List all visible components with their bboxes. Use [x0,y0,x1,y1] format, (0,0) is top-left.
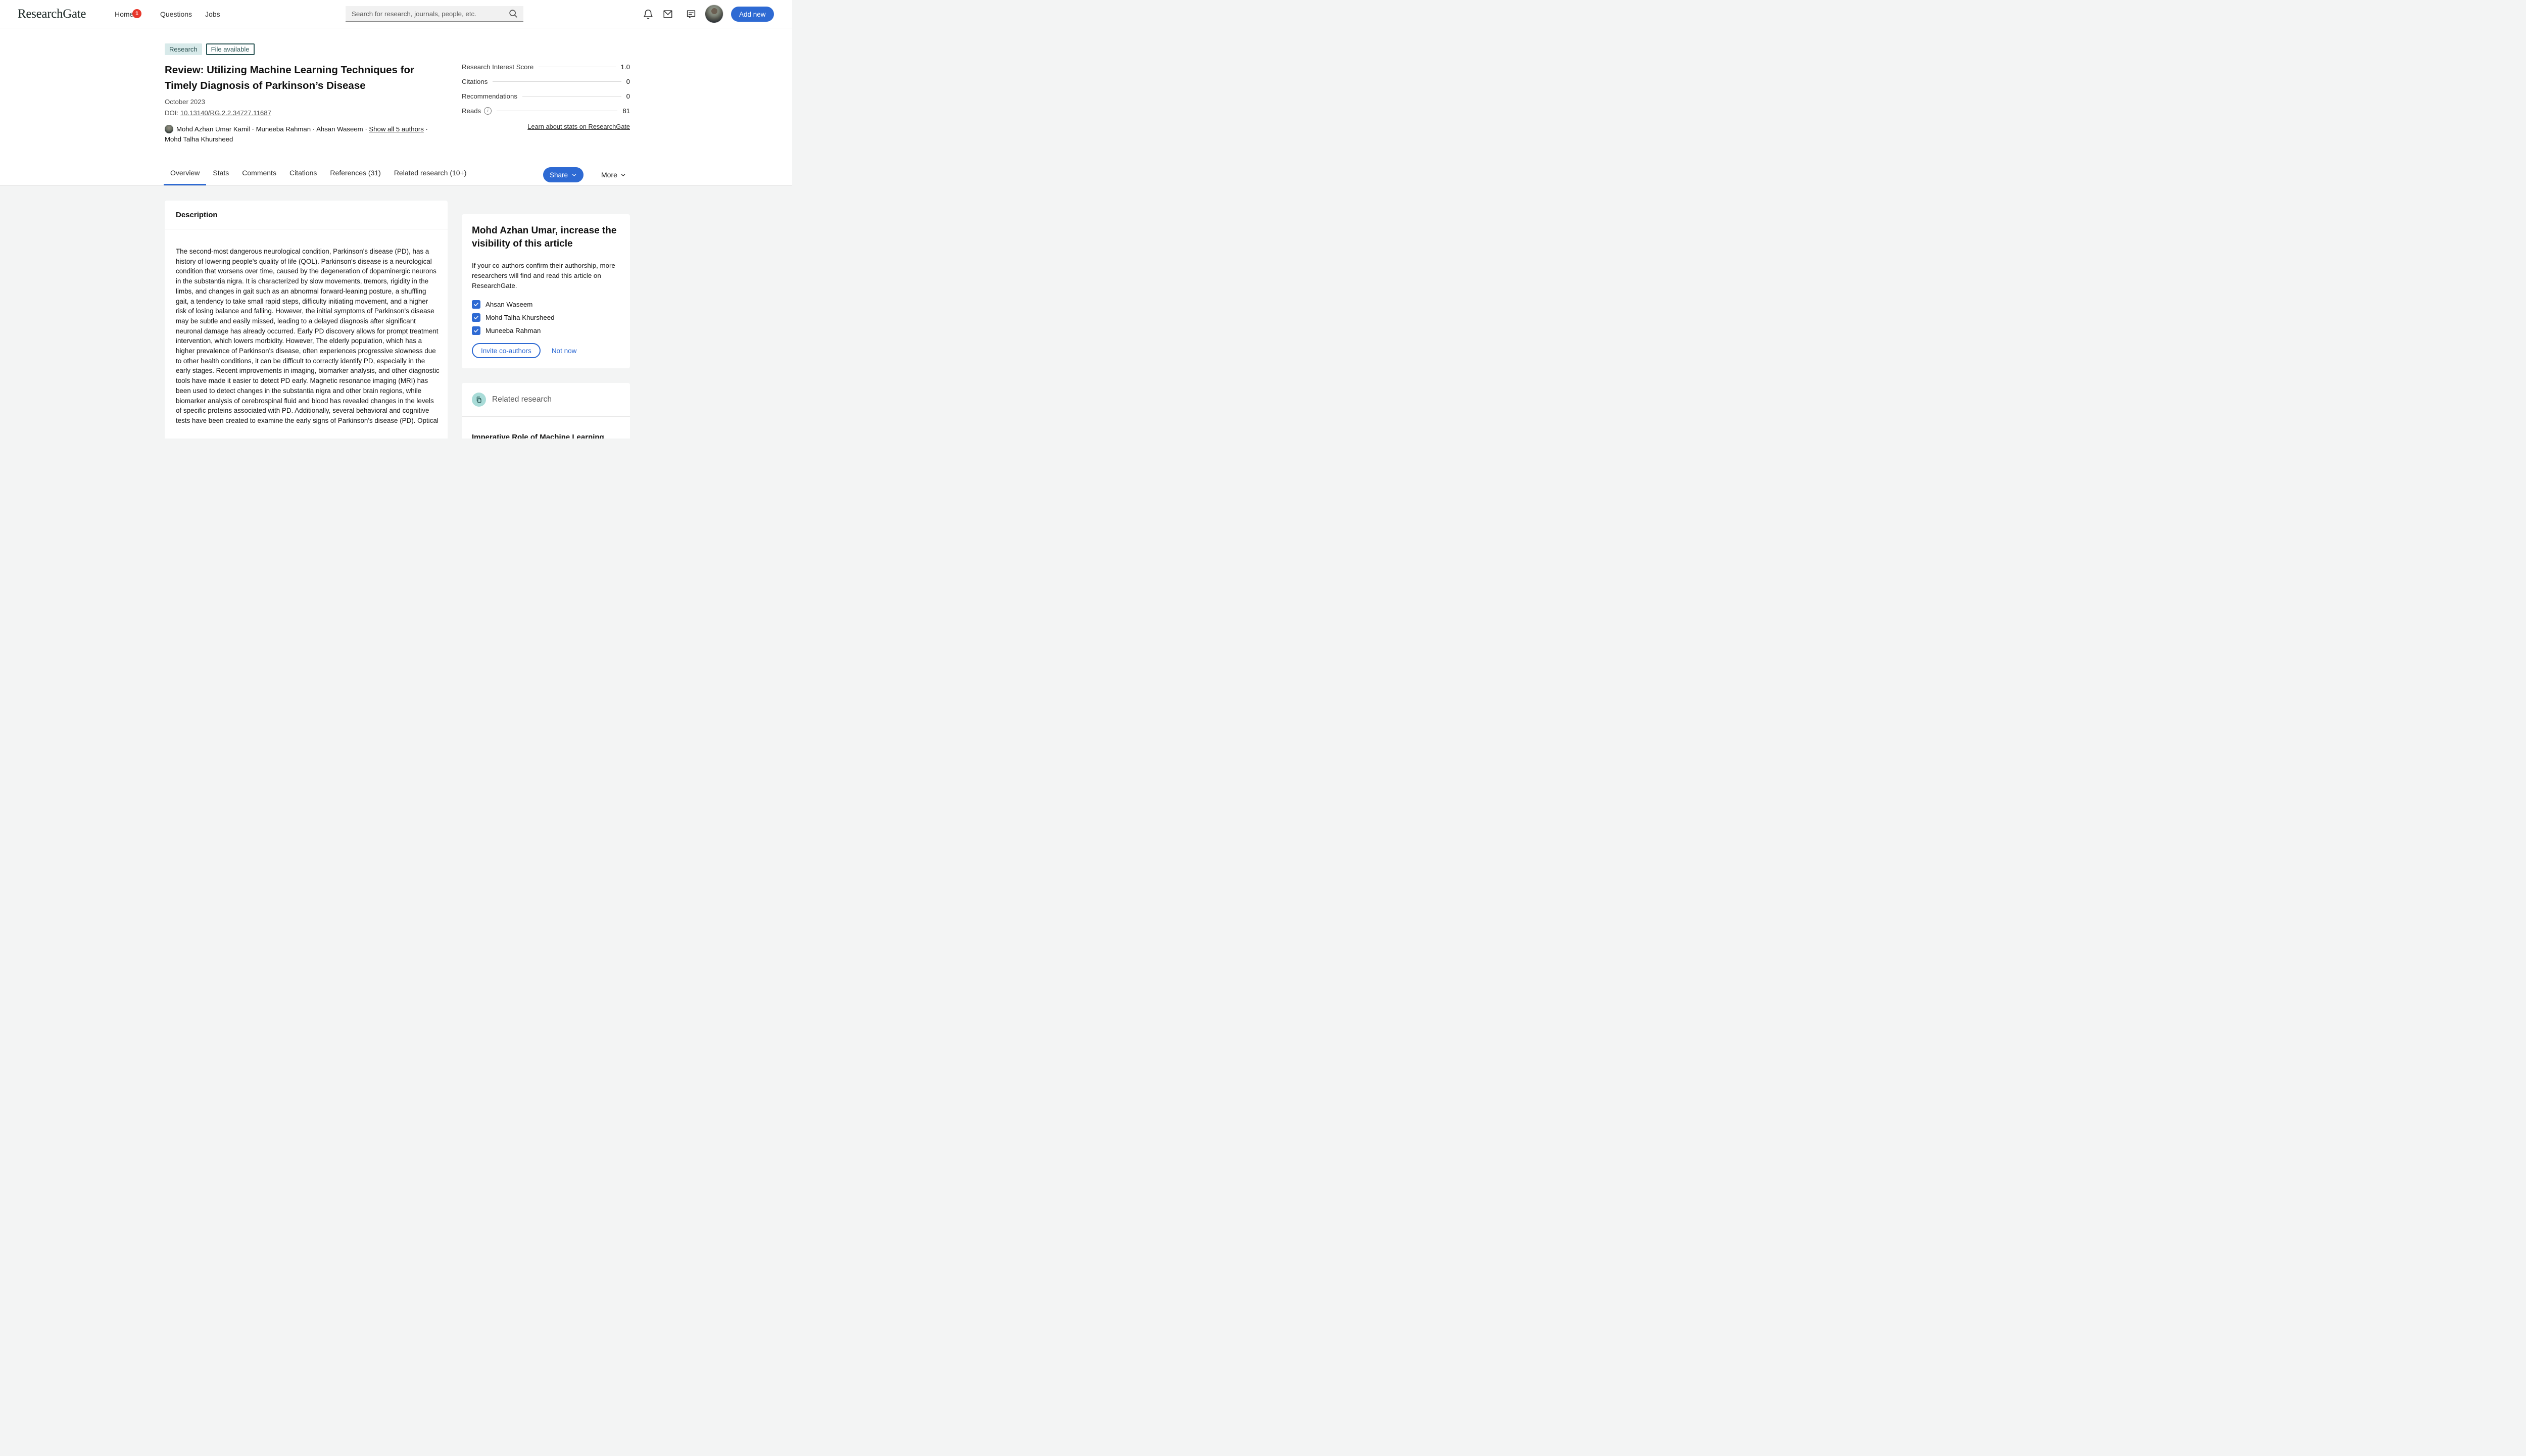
file-available-badge: File available [206,43,255,55]
researchgate-logo[interactable]: ResearchGate [18,7,86,22]
messages-mail-icon[interactable] [662,9,673,20]
tab-overview[interactable]: Overview [164,161,206,185]
coauthor-row: Mohd Talha Khursheed [472,313,620,322]
description-heading: Description [165,201,448,229]
user-avatar[interactable] [705,5,723,23]
related-research-header: Related research [462,383,630,417]
stat-value: 0 [626,92,630,100]
more-label: More [601,171,617,179]
stat-label: Reads i [462,107,492,115]
not-now-button[interactable]: Not now [552,347,577,355]
nav-item-home[interactable]: Home [115,10,133,19]
publication-date: October 2023 [165,98,205,106]
authors-text: Mohd Azhan Umar Kamil · Muneeba Rahman ·… [176,125,369,133]
chevron-down-icon [571,172,577,178]
invite-coauthors-button[interactable]: Invite co-authors [472,343,541,358]
coauthor-name: Ahsan Waseem [485,301,532,308]
reads-info-icon[interactable]: i [484,107,492,115]
search-icon[interactable] [508,8,519,19]
search-bar [346,6,523,22]
stat-value: 81 [622,107,630,115]
doi-link[interactable]: 10.13140/RG.2.2.34727.11687 [180,109,271,117]
stat-row-citations: Citations 0 [462,74,630,89]
visibility-card-title: Mohd Azhan Umar, increase the visibility… [472,224,620,251]
stat-label: Citations [462,78,488,85]
article-header: Research File available Review: Utilizin… [0,28,792,186]
share-button[interactable]: Share [543,167,584,182]
coauthor-row: Ahsan Waseem [472,300,620,309]
tab-citations[interactable]: Citations [283,161,323,185]
stat-value: 1.0 [621,63,630,71]
stat-label: Research Interest Score [462,63,533,71]
add-new-button[interactable]: Add new [731,7,774,22]
tab-references[interactable]: References (31) [323,161,387,185]
coauthor-checkbox-checked[interactable] [472,300,480,309]
tab-stats[interactable]: Stats [206,161,235,185]
tab-comments[interactable]: Comments [235,161,283,185]
learn-stats-link-row: Learn about stats on ResearchGate [462,123,630,130]
coauthor-checkbox-checked[interactable] [472,313,480,322]
researchgate-article-page: ResearchGate Home 1 Questions Jobs Add n… [0,0,792,439]
tab-related-research[interactable]: Related research (10+) [387,161,473,185]
chevron-down-icon [620,172,626,178]
visibility-card-text: If your co-authors confirm their authors… [472,261,620,290]
nav-item-questions[interactable]: Questions [160,10,192,19]
doi-line: DOI: 10.13140/RG.2.2.34727.11687 [165,109,271,117]
visibility-card: Mohd Azhan Umar, increase the visibility… [462,214,630,368]
coauthor-name: Muneeba Rahman [485,327,541,334]
research-type-badge: Research [165,43,202,55]
publication-badges: Research File available [165,43,255,55]
doi-label: DOI: [165,109,178,117]
more-menu[interactable]: More [601,167,626,182]
coauthor-name: Mohd Talha Khursheed [485,314,555,321]
stat-row-recommendations: Recommendations 0 [462,89,630,104]
nav-item-jobs[interactable]: Jobs [205,10,220,19]
stat-label: Recommendations [462,92,517,100]
description-text: The second-most dangerous neurological c… [165,229,448,436]
authors-separator: · [424,125,428,133]
home-notification-badge[interactable]: 1 [132,9,141,18]
article-tabs: Overview Stats Comments Citations Refere… [164,161,473,185]
requests-chat-icon[interactable] [686,9,697,20]
show-all-authors-link[interactable]: Show all 5 authors [369,125,424,133]
article-title: Review: Utilizing Machine Learning Techn… [165,62,438,93]
related-research-heading: Related research [492,395,552,404]
coauthor-checkbox-checked[interactable] [472,326,480,335]
learn-stats-link[interactable]: Learn about stats on ResearchGate [527,123,630,130]
authors-line: Mohd Azhan Umar Kamil · Muneeba Rahman ·… [165,124,448,144]
notifications-bell-icon[interactable] [643,9,654,20]
stat-row-research-interest: Research Interest Score 1.0 [462,60,630,74]
related-research-item-title[interactable]: Imperative Role of Machine Learning [462,417,630,439]
stat-label-text: Reads [462,107,481,115]
visibility-card-actions: Invite co-authors Not now [472,343,620,358]
top-nav: ResearchGate Home 1 Questions Jobs Add n… [0,0,792,28]
share-label: Share [550,171,568,179]
related-research-icon [472,393,486,407]
coauthor-row: Muneeba Rahman [472,326,620,335]
description-card: Description The second-most dangerous ne… [165,201,448,439]
stats-panel: Research Interest Score 1.0 Citations 0 … [462,60,630,130]
authors-line2: Mohd Talha Khursheed [165,135,233,143]
author-avatar[interactable] [165,125,173,133]
leader-line [493,81,621,82]
stat-row-reads: Reads i 81 [462,104,630,118]
search-input[interactable] [346,10,508,18]
stat-value: 0 [626,78,630,85]
related-research-card: Related research Imperative Role of Mach… [462,383,630,439]
